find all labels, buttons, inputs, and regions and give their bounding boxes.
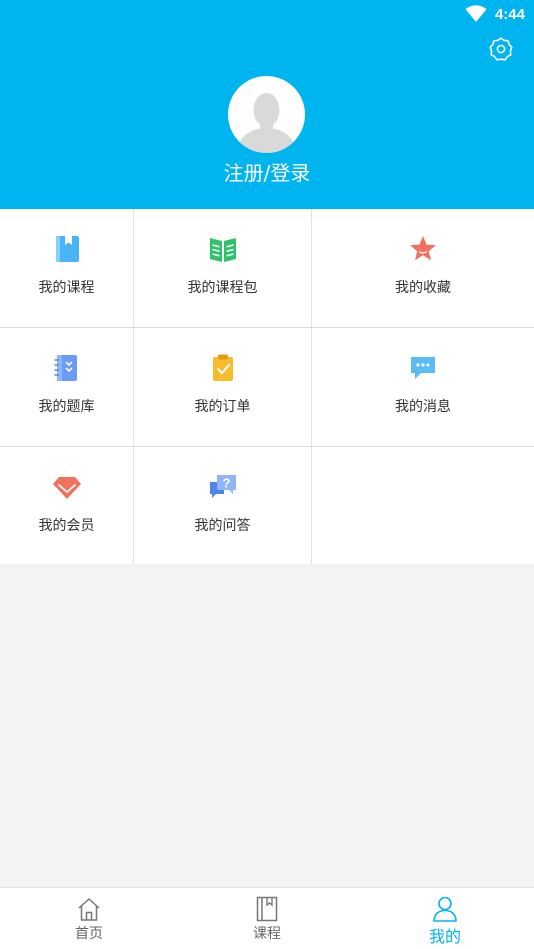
- menu-item-label: 我的消息: [395, 399, 451, 415]
- order-clipboard-icon: [212, 354, 233, 381]
- grid-divider: [0, 327, 534, 328]
- home-icon: [78, 898, 100, 921]
- course-book-icon: [55, 236, 79, 262]
- svg-text:?: ?: [222, 476, 230, 491]
- user-icon: [433, 896, 457, 922]
- profile-header: 4:44 注册/登录: [0, 0, 534, 209]
- course-package-icon: [209, 238, 236, 262]
- tab-label: 首页: [75, 926, 103, 942]
- menu-item-label: 我的课程: [38, 280, 95, 296]
- menu-item-my-orders[interactable]: 我的订单: [134, 328, 311, 446]
- menu-empty-cell: [312, 447, 534, 564]
- bottom-tab-bar: 首页 课程 我的: [0, 887, 534, 949]
- tab-label: 课程: [253, 926, 281, 942]
- tab-label: 我的: [428, 927, 461, 946]
- wifi-icon: [465, 5, 487, 22]
- menu-item-label: 我的会员: [38, 518, 95, 534]
- profile-page: 4:44 注册/登录 我的课程 我的课程包 我的收藏 我的题库 我的订单 我的消…: [0, 0, 534, 949]
- menu-grid: 我的课程 我的课程包 我的收藏 我的题库 我的订单 我的消息 我的会员 ? 我的…: [0, 209, 534, 564]
- tab-courses[interactable]: 课程: [207, 888, 327, 949]
- grid-divider: [311, 209, 312, 564]
- menu-item-my-qa[interactable]: ? 我的问答: [134, 447, 311, 564]
- menu-item-my-course-packages[interactable]: 我的课程包: [134, 209, 311, 327]
- tab-mine[interactable]: 我的: [385, 888, 505, 949]
- grid-divider: [0, 446, 534, 447]
- message-bubble-icon: [411, 357, 435, 379]
- menu-item-label: 我的问答: [194, 518, 251, 534]
- menu-item-label: 我的题库: [38, 399, 95, 415]
- book-icon: [256, 896, 278, 922]
- gear-icon[interactable]: [488, 36, 514, 62]
- menu-item-my-favorites[interactable]: 我的收藏: [312, 209, 534, 327]
- menu-item-label: 我的订单: [194, 399, 251, 415]
- menu-item-my-membership[interactable]: 我的会员: [0, 447, 133, 564]
- menu-item-my-question-bank[interactable]: 我的题库: [0, 328, 133, 446]
- question-bank-icon: [54, 355, 77, 381]
- status-bar: 4:44: [465, 0, 534, 28]
- star-icon: [410, 236, 436, 261]
- tab-home[interactable]: 首页: [29, 888, 149, 949]
- diamond-icon: [52, 477, 81, 499]
- default-avatar-icon: [236, 93, 297, 153]
- status-time: 4:44: [494, 5, 525, 23]
- menu-item-label: 我的收藏: [395, 280, 451, 296]
- menu-item-my-courses[interactable]: 我的课程: [0, 209, 133, 327]
- qa-bubble-icon: ?: [209, 475, 236, 498]
- avatar[interactable]: [228, 76, 305, 153]
- grid-divider: [133, 209, 134, 564]
- register-login-link[interactable]: 注册/登录: [0, 157, 534, 186]
- menu-item-my-messages[interactable]: 我的消息: [312, 328, 534, 446]
- menu-item-label: 我的课程包: [187, 280, 258, 296]
